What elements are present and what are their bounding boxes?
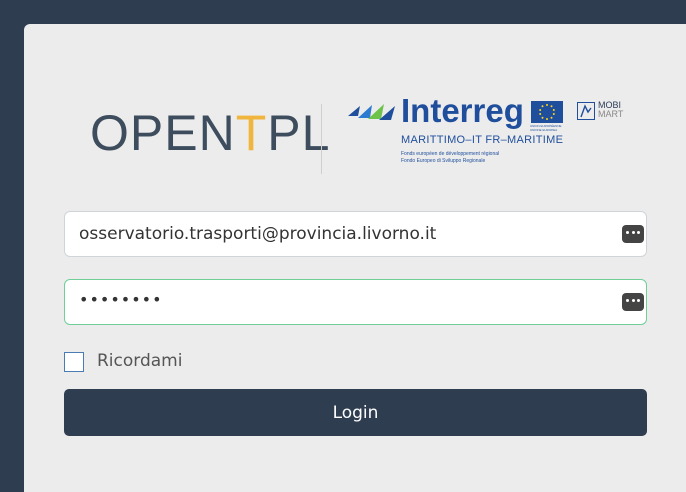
password-field[interactable]: •••••••• (64, 279, 647, 325)
password-manager-icon[interactable] (622, 225, 644, 243)
interreg-program-name: MARITTIMO–IT FR–MARITIME (401, 134, 564, 146)
interreg-fund-text: Fonds européen de développement régional… (401, 151, 499, 164)
opentpl-logo: OPENTPL (90, 108, 330, 158)
mobimart-mart: MART (598, 109, 624, 120)
fund-line-fr: Fonds européen de développement régional (401, 151, 500, 157)
fund-line-it: Fondo Europeo di Sviluppo Regionale (401, 157, 486, 164)
password-value: •••••••• (79, 290, 163, 309)
remember-me-checkbox[interactable] (64, 352, 84, 372)
login-button[interactable]: Login (64, 389, 647, 436)
password-manager-icon[interactable] (622, 293, 644, 311)
logo-row: OPENTPL Interreg MARITTIMO–IT FR–MARITIM… (24, 84, 686, 194)
mobimart-logo: MOBI MART (598, 100, 624, 120)
login-card: OPENTPL Interreg MARITTIMO–IT FR–MARITIM… (24, 24, 686, 492)
eu-flag-icon (531, 101, 563, 123)
interreg-wordmark: Interreg (401, 92, 524, 129)
logo-divider (321, 104, 322, 174)
remember-me-label[interactable]: Ricordami (97, 351, 182, 371)
opentpl-logo-t: T (235, 105, 268, 161)
email-field[interactable]: osservatorio.trasporti@provincia.livorno… (64, 211, 647, 257)
opentpl-logo-prefix: OPEN (90, 105, 236, 161)
email-value: osservatorio.trasporti@provincia.livorno… (79, 224, 437, 244)
eu-caption: UNION EUROPÉENNE UNIONE EUROPEA (530, 124, 562, 132)
interreg-birds-icon (348, 104, 395, 120)
mobimart-logo-icon (577, 102, 595, 120)
